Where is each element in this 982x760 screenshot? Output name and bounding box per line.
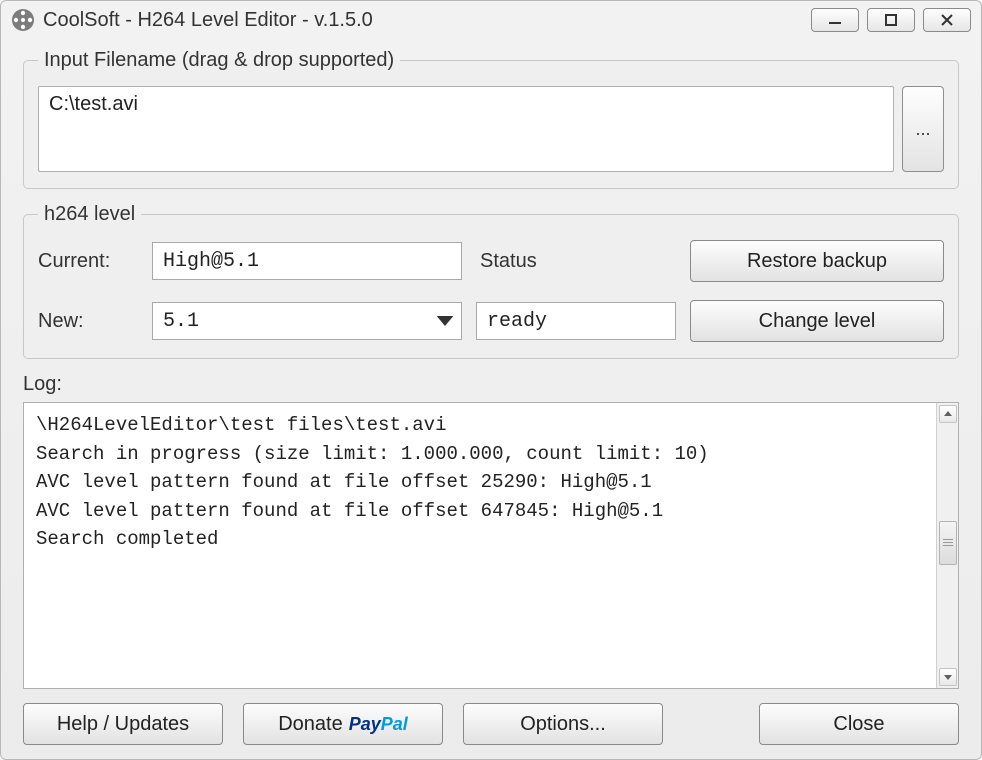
browse-button[interactable]: ... bbox=[902, 86, 944, 172]
scroll-thumb[interactable] bbox=[939, 521, 957, 565]
maximize-button[interactable] bbox=[867, 8, 915, 32]
scroll-track[interactable] bbox=[939, 423, 957, 668]
window-title: CoolSoft - H264 Level Editor - v.1.5.0 bbox=[43, 9, 811, 32]
titlebar[interactable]: CoolSoft - H264 Level Editor - v.1.5.0 bbox=[1, 1, 981, 39]
h264-level-group: h264 level Current: High@5.1 Status Rest… bbox=[23, 203, 959, 359]
options-button[interactable]: Options... bbox=[463, 703, 663, 745]
scroll-down-icon[interactable] bbox=[939, 668, 957, 686]
chevron-down-icon bbox=[435, 311, 455, 331]
scrollbar[interactable] bbox=[936, 403, 958, 688]
restore-backup-button[interactable]: Restore backup bbox=[690, 240, 944, 282]
status-field: ready bbox=[476, 302, 676, 340]
log-box: \H264LevelEditor\test files\test.avi Sea… bbox=[23, 402, 959, 689]
client-area: Input Filename (drag & drop supported) .… bbox=[1, 39, 981, 759]
paypal-logo-icon: PayPal bbox=[349, 714, 408, 735]
help-updates-button[interactable]: Help / Updates bbox=[23, 703, 223, 745]
minimize-button[interactable] bbox=[811, 8, 859, 32]
input-filename-group: Input Filename (drag & drop supported) .… bbox=[23, 49, 959, 189]
donate-button[interactable]: Donate PayPal bbox=[243, 703, 443, 745]
new-level-value: 5.1 bbox=[163, 310, 199, 333]
new-level-select[interactable]: 5.1 bbox=[152, 302, 462, 340]
log-section: Log: \H264LevelEditor\test files\test.av… bbox=[23, 373, 959, 689]
change-level-button[interactable]: Change level bbox=[690, 300, 944, 342]
bottom-button-row: Help / Updates Donate PayPal Options... … bbox=[23, 703, 959, 745]
donate-label: Donate bbox=[278, 713, 343, 736]
current-level-value: High@5.1 bbox=[163, 250, 259, 273]
spacer bbox=[683, 703, 739, 745]
log-label: Log: bbox=[23, 373, 959, 396]
log-content[interactable]: \H264LevelEditor\test files\test.avi Sea… bbox=[24, 403, 936, 688]
app-window: CoolSoft - H264 Level Editor - v.1.5.0 I… bbox=[0, 0, 982, 760]
h264-level-legend: h264 level bbox=[38, 203, 141, 226]
scroll-up-icon[interactable] bbox=[939, 405, 957, 423]
close-window-button[interactable] bbox=[923, 8, 971, 32]
status-value: ready bbox=[487, 310, 547, 333]
filename-input[interactable] bbox=[38, 86, 894, 172]
close-button[interactable]: Close bbox=[759, 703, 959, 745]
app-icon bbox=[11, 8, 35, 32]
new-label: New: bbox=[38, 310, 138, 333]
status-label: Status bbox=[476, 250, 676, 273]
input-filename-legend: Input Filename (drag & drop supported) bbox=[38, 49, 400, 72]
current-level-field[interactable]: High@5.1 bbox=[152, 242, 462, 280]
current-label: Current: bbox=[38, 250, 138, 273]
window-controls bbox=[811, 8, 971, 32]
